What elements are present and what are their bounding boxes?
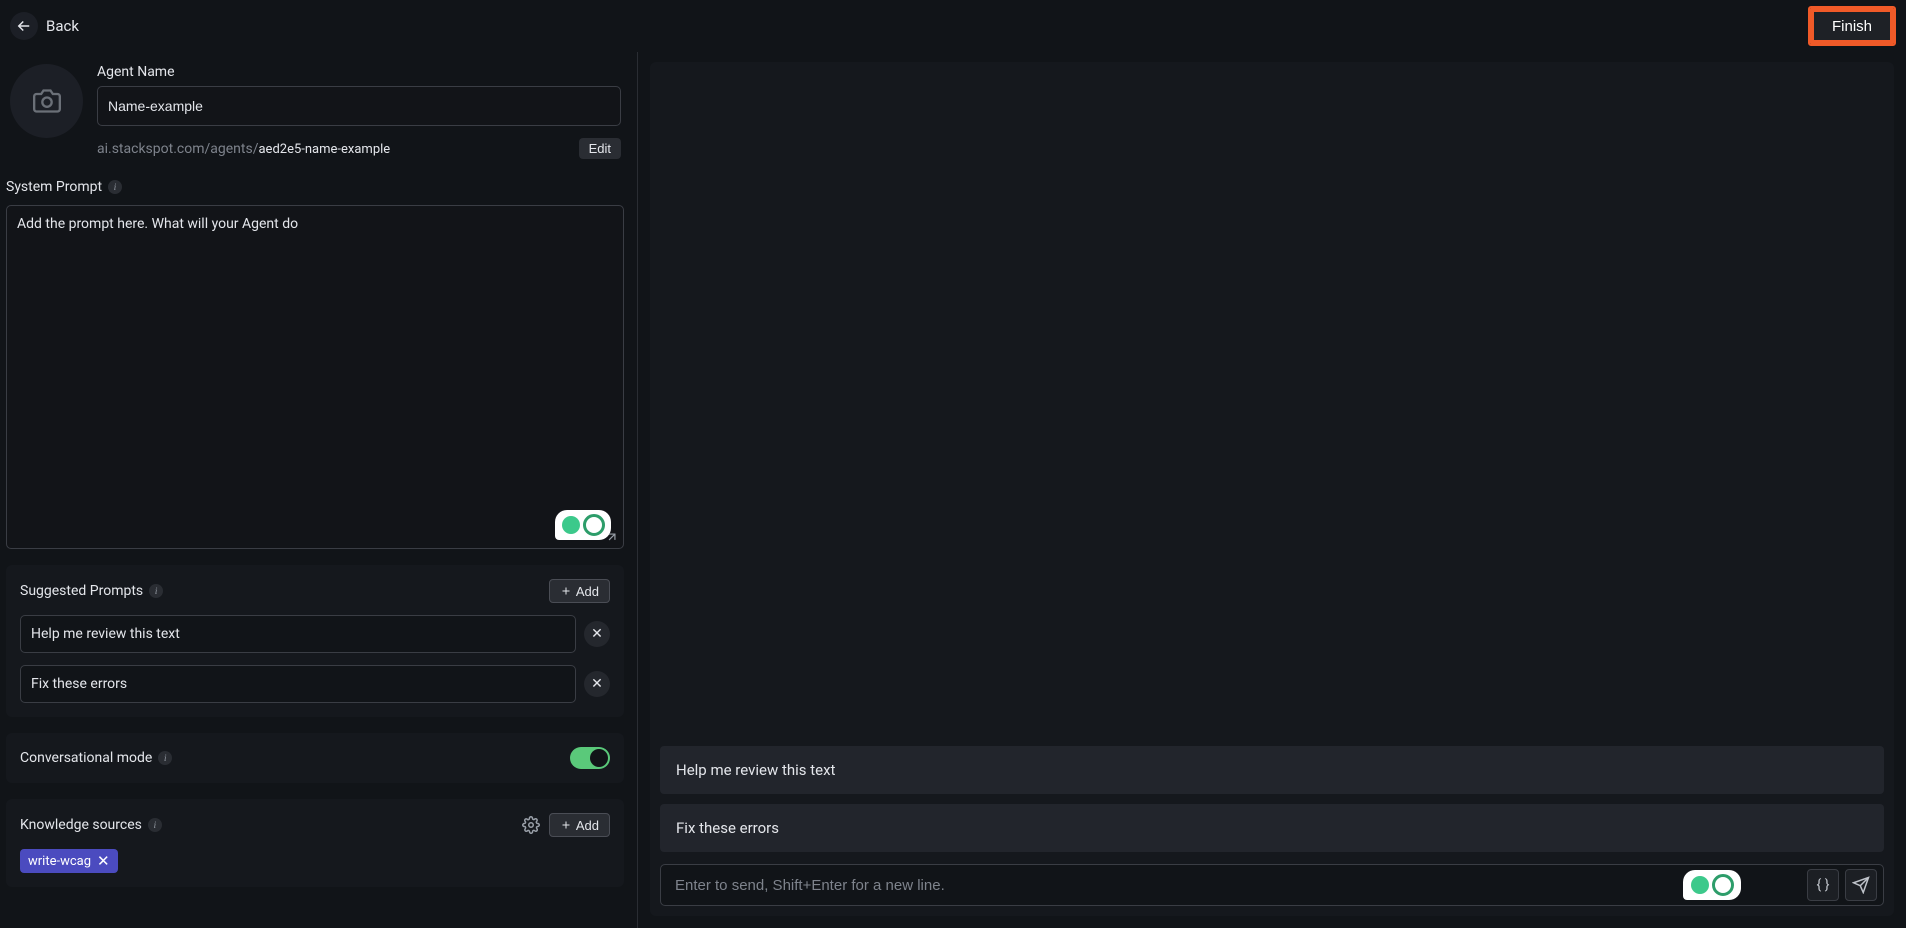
back-label: Back [46, 17, 79, 35]
chat-input-bar: { } [660, 864, 1884, 906]
info-icon[interactable]: i [108, 180, 122, 194]
camera-icon [33, 87, 61, 115]
conversational-mode-label: Conversational mode [20, 750, 152, 766]
agent-name-label: Agent Name [97, 64, 621, 80]
back-button[interactable] [10, 12, 38, 40]
conversational-mode-card: Conversational mode i [6, 733, 624, 783]
knowledge-tag: write-wcag ✕ [20, 849, 118, 873]
grammarly-icon [1691, 876, 1709, 894]
code-button[interactable]: { } [1807, 869, 1839, 901]
knowledge-sources-card: Knowledge sources i Add write-wcag ✕ [6, 799, 624, 887]
add-button-label: Add [576, 584, 599, 599]
agent-slug-prefix: ai.stackspot.com/agents/ [97, 141, 258, 157]
agent-name-input[interactable] [97, 86, 621, 126]
info-icon[interactable]: i [158, 751, 172, 765]
extension-badge[interactable] [555, 510, 611, 540]
system-prompt-input[interactable] [17, 216, 613, 538]
back-group[interactable]: Back [10, 12, 79, 40]
avatar-upload[interactable] [10, 64, 83, 138]
remove-tag-button[interactable]: ✕ [97, 852, 110, 870]
suggested-prompts-label: Suggested Prompts [20, 583, 143, 599]
extension-badge[interactable] [1683, 870, 1741, 900]
header-bar: Back Finish [0, 0, 1906, 52]
add-knowledge-button[interactable]: Add [549, 813, 610, 837]
suggested-prompts-card: Suggested Prompts i Add Help me review t… [6, 565, 624, 717]
add-prompt-button[interactable]: Add [549, 579, 610, 603]
resize-handle[interactable] [605, 530, 619, 544]
tag-label: write-wcag [28, 854, 91, 869]
suggested-prompt-item[interactable]: Help me review this text [20, 615, 576, 653]
braces-icon: { } [1817, 877, 1830, 893]
system-prompt-label: System Prompt [6, 179, 102, 195]
remove-prompt-button[interactable]: ✕ [584, 671, 610, 697]
send-icon [1852, 876, 1870, 894]
remove-prompt-button[interactable]: ✕ [584, 621, 610, 647]
info-icon[interactable]: i [149, 584, 163, 598]
chat-suggestion[interactable]: Help me review this text [660, 746, 1884, 794]
grammarly-icon [1712, 874, 1734, 896]
right-panel: Help me review this text Fix these error… [638, 52, 1906, 928]
add-button-label: Add [576, 818, 599, 833]
knowledge-sources-label: Knowledge sources [20, 817, 142, 833]
finish-button[interactable]: Finish [1810, 8, 1894, 44]
plus-icon [560, 819, 572, 831]
conversational-toggle[interactable] [570, 747, 610, 769]
arrow-left-icon [15, 17, 33, 35]
gear-icon[interactable] [521, 815, 541, 835]
grammarly-icon [583, 514, 605, 536]
grammarly-icon [562, 516, 580, 534]
chat-input[interactable] [675, 877, 1677, 894]
plus-icon [560, 585, 572, 597]
suggested-prompt-item[interactable]: Fix these errors [20, 665, 576, 703]
agent-slug-name: aed2e5-name-example [258, 142, 390, 157]
chat-suggestion[interactable]: Fix these errors [660, 804, 1884, 852]
edit-slug-button[interactable]: Edit [579, 138, 621, 159]
send-button[interactable] [1845, 869, 1877, 901]
chat-area: Help me review this text Fix these error… [650, 62, 1894, 916]
info-icon[interactable]: i [148, 818, 162, 832]
left-panel: Agent Name ai.stackspot.com/agents/aed2e… [0, 52, 638, 928]
